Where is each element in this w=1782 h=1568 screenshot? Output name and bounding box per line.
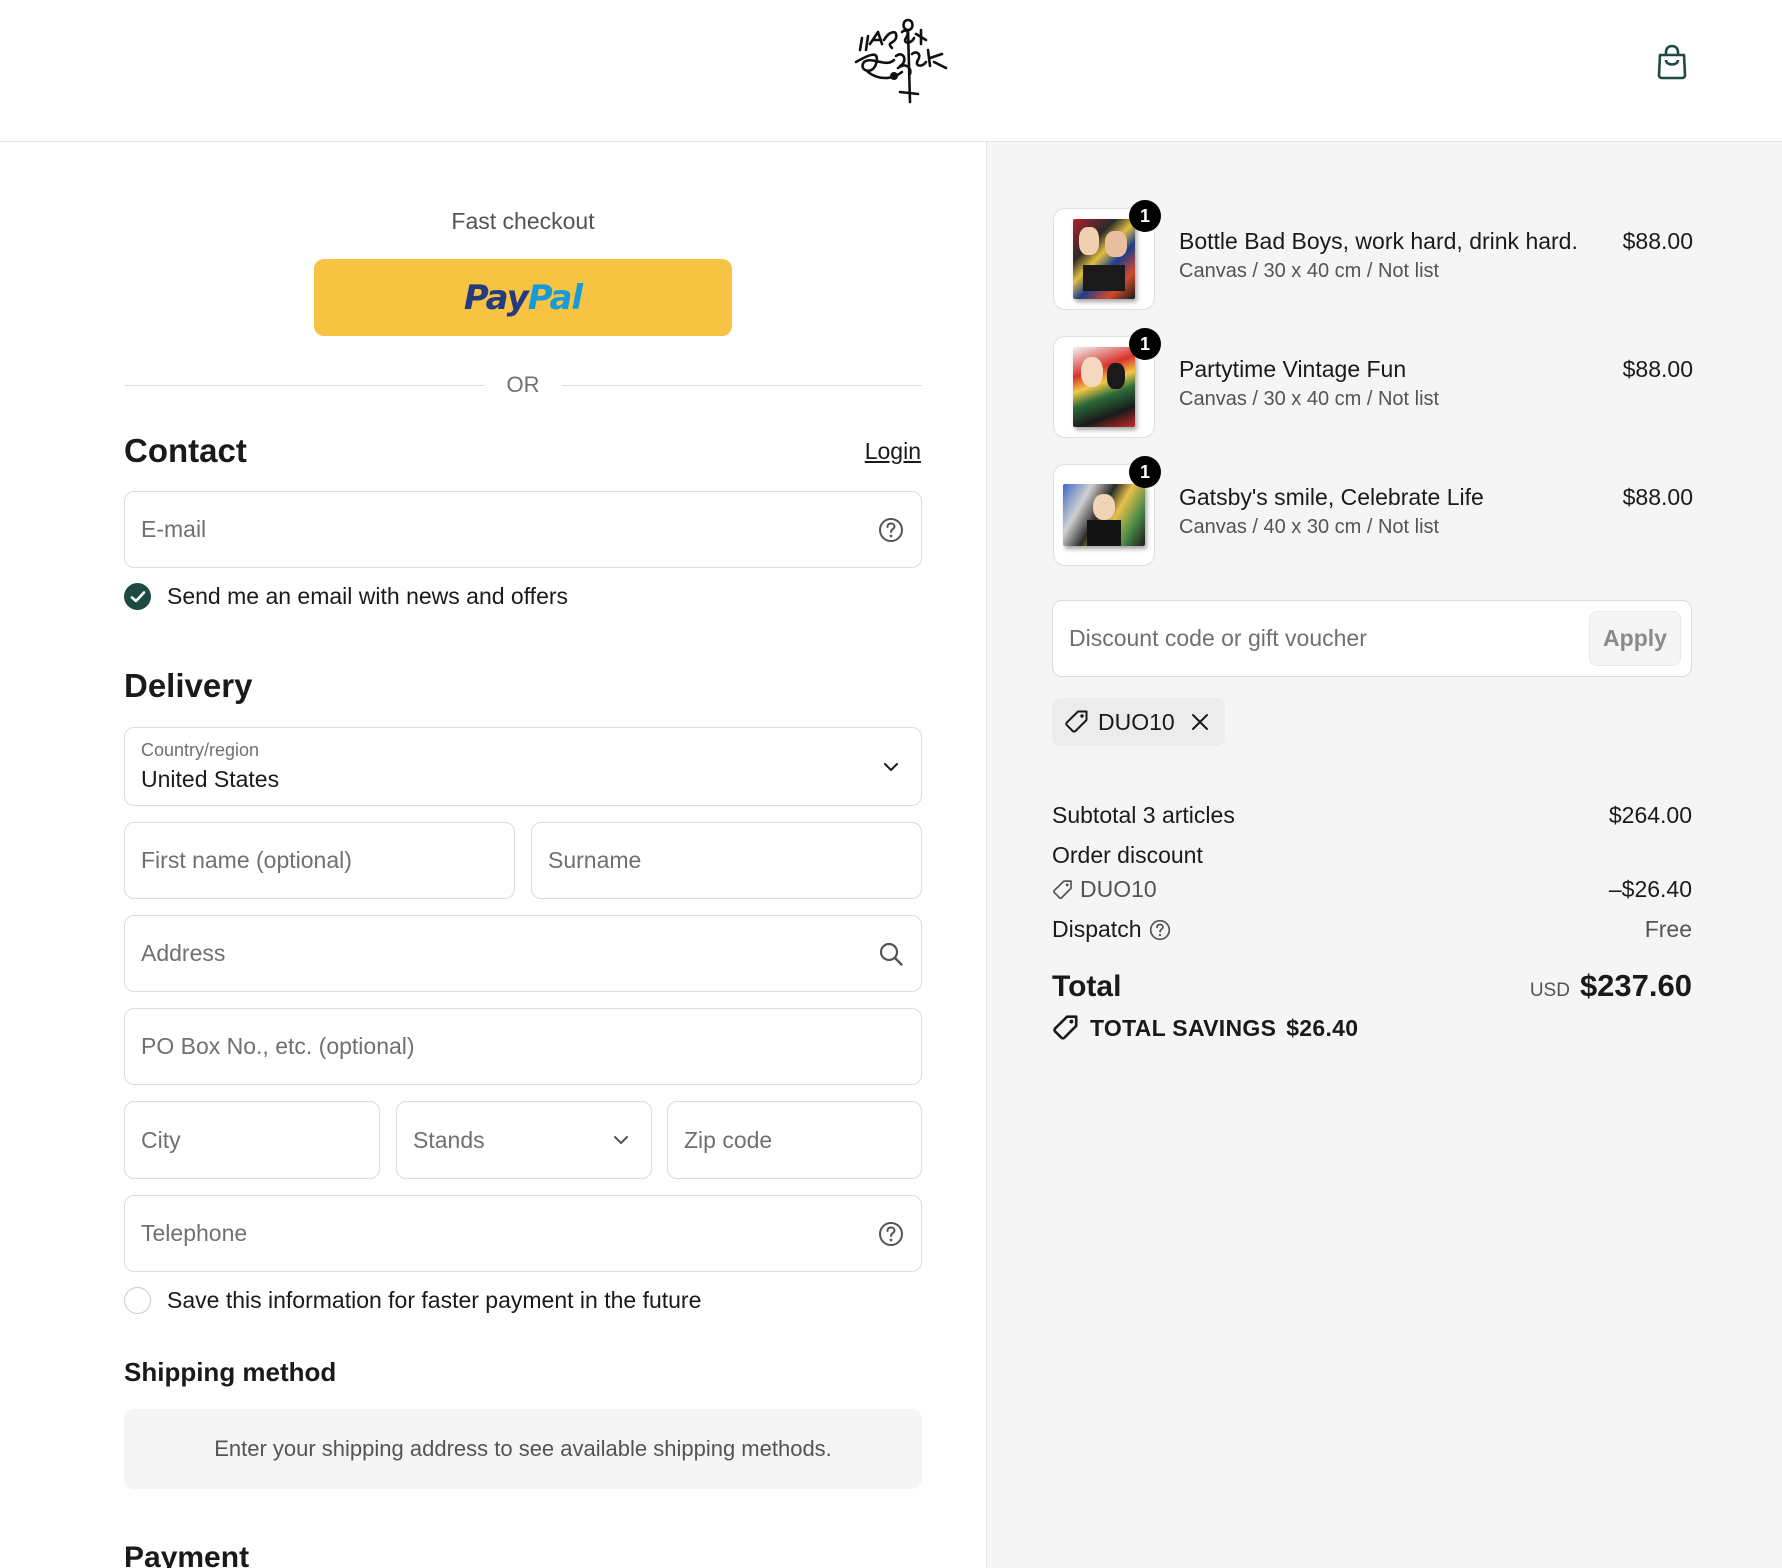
order-discount-code-row: DUO10 xyxy=(1052,876,1157,903)
delivery-title: Delivery xyxy=(124,667,253,704)
help-icon[interactable] xyxy=(877,516,905,544)
zip-field[interactable] xyxy=(667,1101,922,1179)
order-item: 1 Partytime Vintage Fun Canvas / 30 x 40… xyxy=(1053,328,1693,438)
product-image xyxy=(1063,484,1145,546)
total-savings-label: TOTAL SAVINGS xyxy=(1090,1014,1277,1041)
total-savings-row: TOTAL SAVINGS $26.40 xyxy=(1052,1014,1358,1042)
dispatch-label: Dispatch xyxy=(1052,916,1142,942)
item-name: Gatsby's smile, Celebrate Life xyxy=(1179,484,1484,510)
dispatch-row-label: Dispatch xyxy=(1052,916,1171,943)
quantity-badge: 1 xyxy=(1129,200,1161,232)
shipping-method-title: Shipping method xyxy=(124,1357,337,1387)
total-currency: USD xyxy=(1529,980,1570,1001)
state-placeholder: Stands xyxy=(413,1126,485,1153)
save-info-checkbox[interactable] xyxy=(124,1287,151,1314)
close-icon xyxy=(1191,714,1208,730)
divider-line xyxy=(124,384,485,386)
address-input[interactable] xyxy=(141,916,867,991)
country-select[interactable]: Country/region United States xyxy=(124,727,922,806)
address-field[interactable] xyxy=(124,915,922,992)
shopping-bag-icon xyxy=(1657,44,1687,80)
telephone-input[interactable] xyxy=(141,1196,867,1271)
country-value: United States xyxy=(141,766,280,792)
help-icon[interactable] xyxy=(877,1220,905,1248)
newsletter-label: Send me an email with news and offers xyxy=(167,583,569,609)
total-value-row: USD $237.60 xyxy=(1530,968,1692,1004)
or-text: OR xyxy=(506,372,540,397)
help-icon[interactable] xyxy=(1149,919,1171,941)
fast-checkout-title: Fast checkout xyxy=(451,208,595,234)
newsletter-checkbox[interactable] xyxy=(124,583,151,610)
divider-line xyxy=(561,384,922,386)
surname-input[interactable] xyxy=(548,823,867,898)
quantity-badge: 1 xyxy=(1129,456,1161,488)
or-divider: OR xyxy=(124,370,922,400)
applied-code-text: DUO10 xyxy=(1098,708,1175,735)
item-variant: Canvas / 30 x 40 cm / Not list xyxy=(1179,260,1440,282)
paypal-button[interactable]: Pay Pal xyxy=(314,259,732,336)
item-price: $88.00 xyxy=(1622,484,1693,510)
order-discount-value: –$26.40 xyxy=(1608,876,1692,902)
remove-code-button[interactable] xyxy=(1189,711,1211,733)
dispatch-value: Free xyxy=(1644,916,1692,942)
order-discount-label: Order discount xyxy=(1052,842,1203,868)
state-select[interactable]: Stands xyxy=(396,1101,652,1179)
save-info-checkbox-row[interactable]: Save this information for faster payment… xyxy=(124,1287,701,1314)
discount-code-field[interactable]: Discount code or gift voucher Apply xyxy=(1052,600,1692,677)
chevron-down-icon xyxy=(607,1126,635,1154)
zip-input[interactable] xyxy=(684,1102,867,1178)
order-discount-code: DUO10 xyxy=(1080,876,1157,902)
po-box-field[interactable] xyxy=(124,1008,922,1085)
email-input[interactable] xyxy=(141,492,867,567)
cart-button[interactable] xyxy=(1650,40,1694,84)
surname-field[interactable] xyxy=(531,822,922,899)
first-name-field[interactable] xyxy=(124,822,515,899)
city-input[interactable] xyxy=(141,1102,325,1178)
po-box-input[interactable] xyxy=(141,1009,867,1084)
discount-code-placeholder[interactable]: Discount code or gift voucher xyxy=(1069,601,1367,676)
email-field[interactable] xyxy=(124,491,922,568)
quantity-badge: 1 xyxy=(1129,328,1161,360)
checkout-form-column: Fast checkout PayPal OR Contact Login Se… xyxy=(0,142,987,1568)
item-price: $88.00 xyxy=(1622,356,1693,382)
applied-discount-chip: DUO10 xyxy=(1052,698,1225,746)
item-variant: Canvas / 30 x 40 cm / Not list xyxy=(1179,388,1440,410)
login-link[interactable]: Login xyxy=(865,438,921,465)
product-image xyxy=(1073,219,1135,299)
item-name: Bottle Bad Boys, work hard, drink hard. xyxy=(1179,228,1578,254)
paypal-logo-pay: Pay xyxy=(463,277,529,318)
telephone-field[interactable] xyxy=(124,1195,922,1272)
shipping-method-notice: Enter your shipping address to see avail… xyxy=(124,1409,922,1489)
subtotal-label: Subtotal 3 articles xyxy=(1052,802,1235,828)
tag-icon xyxy=(1053,879,1072,899)
newsletter-checkbox-row[interactable]: Send me an email with news and offers xyxy=(124,583,568,610)
product-image xyxy=(1073,347,1135,427)
item-variant: Canvas / 40 x 30 cm / Not list xyxy=(1179,516,1440,538)
tag-icon xyxy=(1065,710,1088,733)
contact-title: Contact xyxy=(124,432,247,469)
city-field[interactable] xyxy=(124,1101,380,1179)
brand-logo[interactable] xyxy=(850,10,960,110)
checkmark-icon xyxy=(130,590,145,602)
tag-icon xyxy=(1053,1015,1078,1040)
item-price: $88.00 xyxy=(1622,228,1693,254)
order-item: 1 Gatsby's smile, Celebrate Life Canvas … xyxy=(1053,456,1693,566)
country-label: Country/region xyxy=(141,740,260,760)
payment-title: Payment xyxy=(124,1541,250,1568)
total-label: Total xyxy=(1052,970,1122,1003)
save-info-label: Save this information for faster payment… xyxy=(167,1287,702,1313)
paypal-logo-pal: Pal xyxy=(527,277,583,318)
subtotal-value: $264.00 xyxy=(1608,802,1692,828)
checkout-header xyxy=(0,0,1782,142)
total-savings-value: $26.40 xyxy=(1286,1014,1359,1041)
item-name: Partytime Vintage Fun xyxy=(1179,356,1407,382)
search-icon[interactable] xyxy=(877,940,905,968)
apply-button[interactable]: Apply xyxy=(1589,611,1681,666)
chevron-down-icon xyxy=(877,753,905,781)
first-name-input[interactable] xyxy=(141,823,460,898)
order-item: 1 Bottle Bad Boys, work hard, drink hard… xyxy=(1053,200,1693,310)
total-amount: $237.60 xyxy=(1579,968,1692,1003)
